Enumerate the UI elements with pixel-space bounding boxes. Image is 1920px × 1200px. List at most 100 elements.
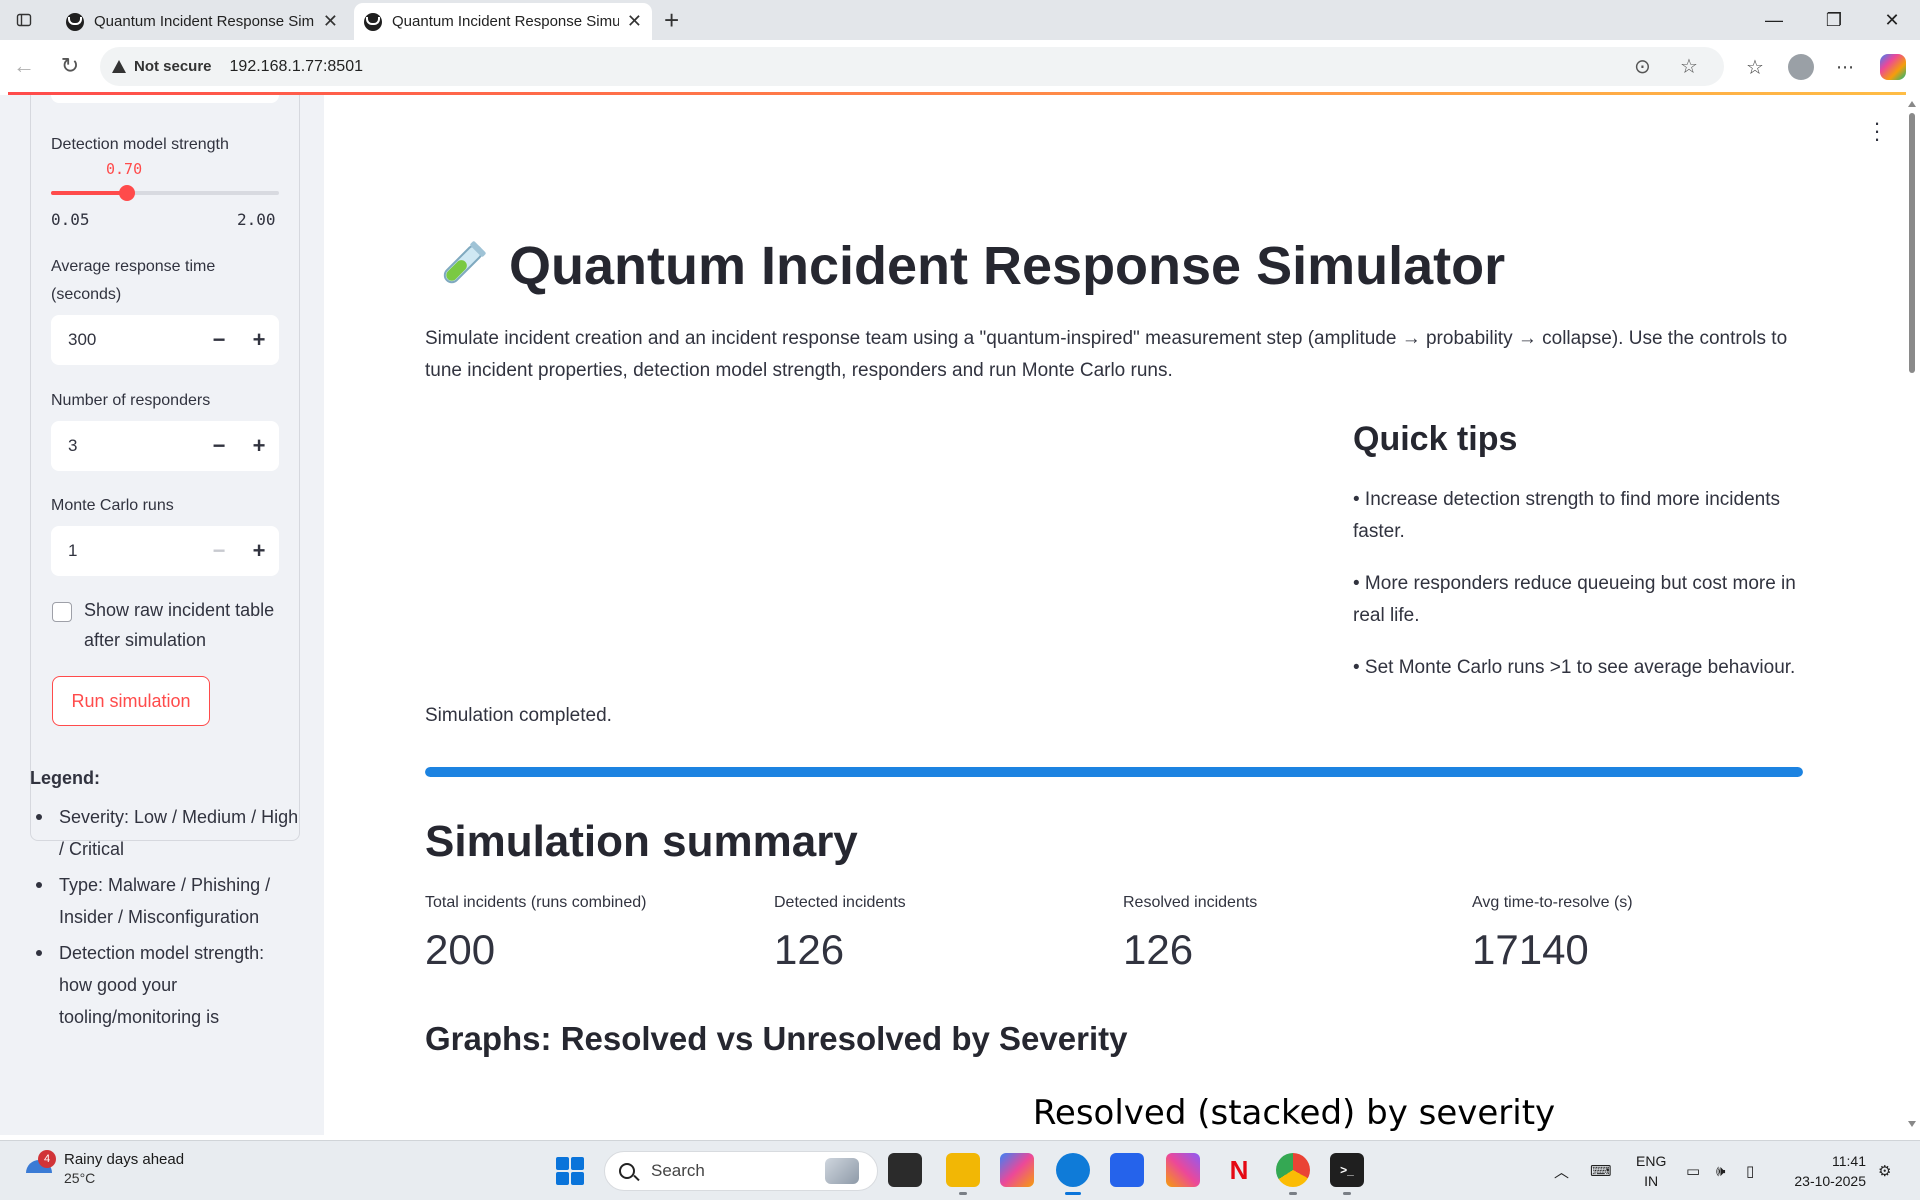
page-title: Quantum Incident Response Simulator xyxy=(433,235,1505,297)
response-time-value[interactable]: 300 xyxy=(51,330,199,350)
weather-widget[interactable]: 4 Rainy days ahead 25°C xyxy=(26,1149,185,1186)
instagram-icon[interactable] xyxy=(1166,1153,1200,1187)
url-text[interactable]: 192.168.1.77:8501 xyxy=(230,58,363,76)
more-options-icon[interactable]: ⋯ xyxy=(1830,52,1860,82)
show-raw-table-label[interactable]: Show raw incident table after simulation xyxy=(84,595,294,655)
tab-title: Quantum Incident Response Simu xyxy=(94,13,315,30)
battery-icon[interactable]: ▯ xyxy=(1746,1141,1754,1200)
security-label[interactable]: Not secure xyxy=(134,58,212,75)
scroll-up-icon[interactable] xyxy=(1908,101,1916,107)
summary-heading: Simulation summary xyxy=(425,817,858,866)
browser-tab-1[interactable]: Quantum Incident Response Simu ✕ xyxy=(56,3,348,40)
copilot-app-icon[interactable] xyxy=(1000,1153,1034,1187)
status-message: Simulation completed. xyxy=(425,705,612,726)
taskbar-search[interactable]: Search xyxy=(604,1151,878,1191)
search-highlight-image xyxy=(825,1158,859,1184)
responders-input[interactable]: 3 − + xyxy=(51,421,279,471)
decrement-button[interactable]: − xyxy=(199,327,239,353)
weather-title: Rainy days ahead xyxy=(64,1151,185,1168)
read-aloud-icon[interactable]: ⊙ xyxy=(1634,47,1651,86)
metric-detected-incidents: Detected incidents 126 xyxy=(774,892,1104,974)
address-bar[interactable]: Not secure 192.168.1.77:8501 ⊙ ☆ xyxy=(100,47,1724,86)
slider-max-label: 2.00 xyxy=(237,210,276,229)
new-tab-icon[interactable]: + xyxy=(664,6,679,34)
slider-thumb[interactable] xyxy=(118,185,135,201)
terminal-icon[interactable]: >_ xyxy=(1330,1153,1364,1195)
quick-tips-heading: Quick tips xyxy=(1353,420,1518,458)
monte-carlo-value[interactable]: 1 xyxy=(51,541,199,561)
metric-resolved-incidents: Resolved incidents 126 xyxy=(1123,892,1453,974)
increment-button[interactable]: + xyxy=(239,433,279,459)
metric-value: 200 xyxy=(425,926,496,973)
clock[interactable]: 11:41 23-10-2025 xyxy=(1788,1151,1866,1191)
store-icon[interactable] xyxy=(1110,1153,1144,1187)
show-raw-table-checkbox[interactable] xyxy=(52,602,72,622)
weather-temp: 25°C xyxy=(64,1170,96,1186)
response-time-label: Average response time (seconds) xyxy=(51,258,216,303)
clock-date: 23-10-2025 xyxy=(1794,1173,1866,1189)
edge-browser-icon[interactable] xyxy=(1056,1153,1090,1195)
detection-strength-label: Detection model strength xyxy=(51,136,229,153)
run-simulation-button[interactable]: Run simulation xyxy=(52,676,210,726)
windows-start-icon[interactable] xyxy=(556,1157,584,1185)
test-tube-icon xyxy=(443,241,486,284)
metric-label: Detected incidents xyxy=(774,894,906,911)
back-icon[interactable]: ← xyxy=(6,48,42,84)
main-content: · · · Quantum Incident Response Simulator … xyxy=(324,95,1904,1135)
taskbar: 4 Rainy days ahead 25°C Search N >_ ︿ ⌨ … xyxy=(0,1140,1920,1200)
close-tab-icon[interactable]: ✕ xyxy=(627,11,642,32)
tip-item: • Set Monte Carlo runs >1 to see average… xyxy=(1353,657,1796,678)
scroll-down-icon[interactable] xyxy=(1908,1121,1916,1127)
page-scrollbar[interactable] xyxy=(1904,95,1920,1135)
monte-carlo-input[interactable]: 1 − + xyxy=(51,526,279,576)
decrement-button: − xyxy=(212,538,226,563)
close-window-icon[interactable]: ✕ xyxy=(1864,0,1920,40)
responders-label: Number of responders xyxy=(51,392,211,409)
app-menu-icon[interactable]: · · · xyxy=(1872,112,1882,150)
minimize-icon[interactable]: — xyxy=(1746,0,1802,40)
search-placeholder: Search xyxy=(651,1161,705,1180)
streamlit-favicon-icon xyxy=(66,12,84,31)
tab-actions-icon[interactable] xyxy=(8,4,40,36)
file-explorer-icon[interactable] xyxy=(946,1153,980,1195)
clock-time: 11:41 xyxy=(1832,1153,1866,1169)
responders-value[interactable]: 3 xyxy=(51,436,199,456)
notifications-icon[interactable]: ⚙ xyxy=(1878,1141,1891,1200)
favorites-icon[interactable]: ☆ xyxy=(1740,52,1770,82)
close-tab-icon[interactable]: ✕ xyxy=(323,11,338,32)
network-icon[interactable]: ▭ xyxy=(1686,1141,1700,1200)
decrement-button[interactable]: − xyxy=(199,433,239,459)
language-indicator[interactable]: ENG IN xyxy=(1636,1151,1666,1191)
metric-total-incidents: Total incidents (runs combined) 200 xyxy=(425,892,755,974)
legend-item: Detection model strength: how good your … xyxy=(30,937,300,1033)
metric-value: 126 xyxy=(1123,926,1194,973)
monte-carlo-label: Monte Carlo runs xyxy=(51,497,174,514)
favorite-star-icon[interactable]: ☆ xyxy=(1680,47,1698,86)
restore-icon[interactable]: ❐ xyxy=(1806,0,1862,40)
scroll-thumb[interactable] xyxy=(1909,113,1915,373)
graphs-heading: Graphs: Resolved vs Unresolved by Severi… xyxy=(425,1020,1128,1057)
weather-badge: 4 xyxy=(38,1149,56,1168)
metric-value: 17140 xyxy=(1472,926,1589,973)
response-time-input[interactable]: 300 − + xyxy=(51,315,279,365)
task-view-icon[interactable] xyxy=(888,1153,922,1187)
detection-strength-slider[interactable] xyxy=(51,185,279,201)
keyboard-icon[interactable]: ⌨ xyxy=(1590,1141,1612,1200)
increment-button[interactable]: + xyxy=(239,327,279,353)
browser-tab-bar: Quantum Incident Response Simu ✕ Quantum… xyxy=(0,0,1920,40)
legend-item: Severity: Low / Medium / High / Critical xyxy=(30,801,300,865)
profile-avatar[interactable] xyxy=(1788,54,1814,80)
language-code: ENG xyxy=(1636,1153,1667,1169)
umbrella-icon: 4 xyxy=(26,1149,56,1182)
clipped-input[interactable] xyxy=(51,95,279,103)
volume-icon[interactable]: 🕪 xyxy=(1716,1141,1725,1200)
reload-icon[interactable]: ↻ xyxy=(52,48,88,84)
chart-title: Resolved (stacked) by severity xyxy=(1032,1093,1556,1133)
chrome-icon[interactable] xyxy=(1276,1153,1310,1195)
copilot-icon[interactable] xyxy=(1880,54,1906,80)
browser-tab-2[interactable]: Quantum Incident Response Simu ✕ xyxy=(354,3,652,40)
increment-button[interactable]: + xyxy=(239,538,279,564)
netflix-icon[interactable]: N xyxy=(1222,1153,1256,1187)
show-hidden-icons[interactable]: ︿ xyxy=(1554,1141,1569,1200)
metric-label: Avg time-to-resolve (s) xyxy=(1472,894,1633,911)
